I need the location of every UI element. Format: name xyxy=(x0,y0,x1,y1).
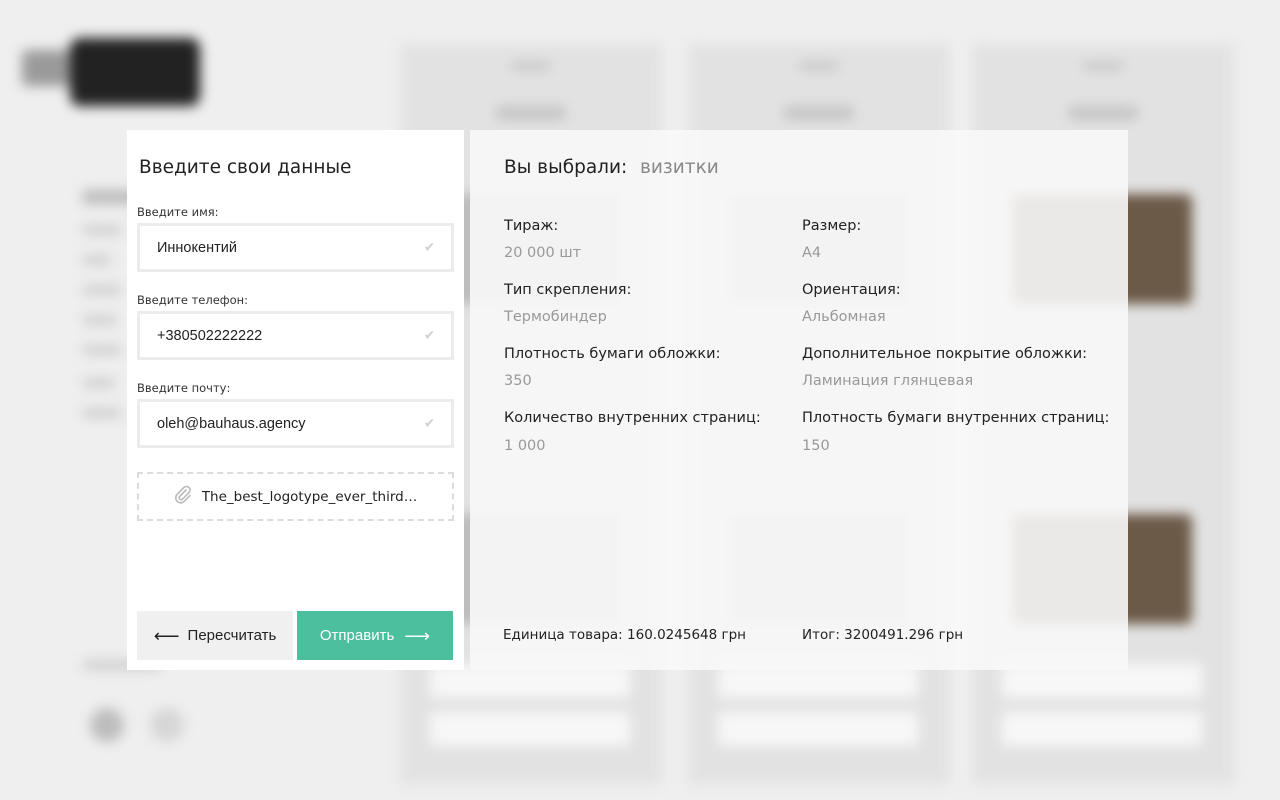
sidebar-line xyxy=(82,255,112,265)
check-icon: ✔ xyxy=(424,240,435,255)
spec-value: Ламинация глянцевая xyxy=(802,373,974,389)
check-icon: ✔ xyxy=(424,416,435,431)
attachment-filename: The_best_logotype_ever_third… xyxy=(201,488,418,505)
spec-value: A4 xyxy=(802,245,822,261)
recalculate-label: Пересчитать xyxy=(187,627,277,644)
arrow-right-icon: ⟶ xyxy=(404,625,431,646)
sidebar-line xyxy=(82,315,118,325)
spec-label: Тираж: xyxy=(504,218,559,234)
email-input[interactable] xyxy=(157,415,407,432)
spec-label: Ориентация: xyxy=(802,282,901,298)
arrow-left-icon: ⟵ xyxy=(153,625,180,646)
paperclip-icon xyxy=(174,484,192,509)
phone-field[interactable]: ✔ xyxy=(137,311,454,360)
spec-label: Количество внутренних страниц: xyxy=(504,410,761,426)
spec-label: Плотность бумаги обложки: xyxy=(504,346,721,362)
contact-form-panel: Введите свои данные Введите имя: ✔ Введи… xyxy=(127,130,464,670)
social-icon xyxy=(90,708,124,742)
spec-label: Тип скрепления: xyxy=(504,282,632,298)
file-attachment[interactable]: The_best_logotype_ever_third… xyxy=(137,472,454,521)
sidebar-line xyxy=(82,225,122,235)
spec-value: Термобиндер xyxy=(504,309,607,325)
recalculate-button[interactable]: ⟵ Пересчитать xyxy=(137,611,293,660)
spec-value: 350 xyxy=(504,373,532,389)
summary-title: Вы выбрали: xyxy=(504,157,628,178)
spec-value: 20 000 шт xyxy=(504,245,582,261)
sidebar-line xyxy=(82,345,122,355)
email-field[interactable]: ✔ xyxy=(137,399,454,448)
total-price: Итог: 3200491.296 грн xyxy=(802,627,964,643)
order-summary-panel: Вы выбрали: визитки Тираж: 20 000 шт Раз… xyxy=(470,130,1128,670)
sidebar-line xyxy=(82,285,122,295)
spec-label: Дополнительное покрытие обложки: xyxy=(802,346,1088,362)
spec-label: Размер: xyxy=(802,218,862,234)
unit-price: Единица товара: 160.0245648 грн xyxy=(503,627,746,643)
check-icon: ✔ xyxy=(424,328,435,343)
selected-product: визитки xyxy=(640,157,719,178)
spec-value: 1 000 xyxy=(504,438,546,454)
name-input[interactable] xyxy=(157,239,407,256)
social-icon xyxy=(150,708,184,742)
send-button[interactable]: Отправить ⟶ xyxy=(297,611,453,660)
phone-input[interactable] xyxy=(157,327,407,344)
spec-label: Плотность бумаги внутренних страниц: xyxy=(802,410,1110,426)
sidebar-line xyxy=(82,378,116,388)
send-label: Отправить xyxy=(319,627,395,644)
form-title: Введите свои данные xyxy=(139,157,352,178)
logo xyxy=(70,38,200,106)
phone-label: Введите телефон: xyxy=(137,293,249,307)
email-label: Введите почту: xyxy=(137,381,231,395)
name-field[interactable]: ✔ xyxy=(137,223,454,272)
sidebar-line xyxy=(82,408,122,418)
spec-value: Альбомная xyxy=(802,309,886,325)
spec-value: 150 xyxy=(802,438,830,454)
name-label: Введите имя: xyxy=(137,205,219,219)
